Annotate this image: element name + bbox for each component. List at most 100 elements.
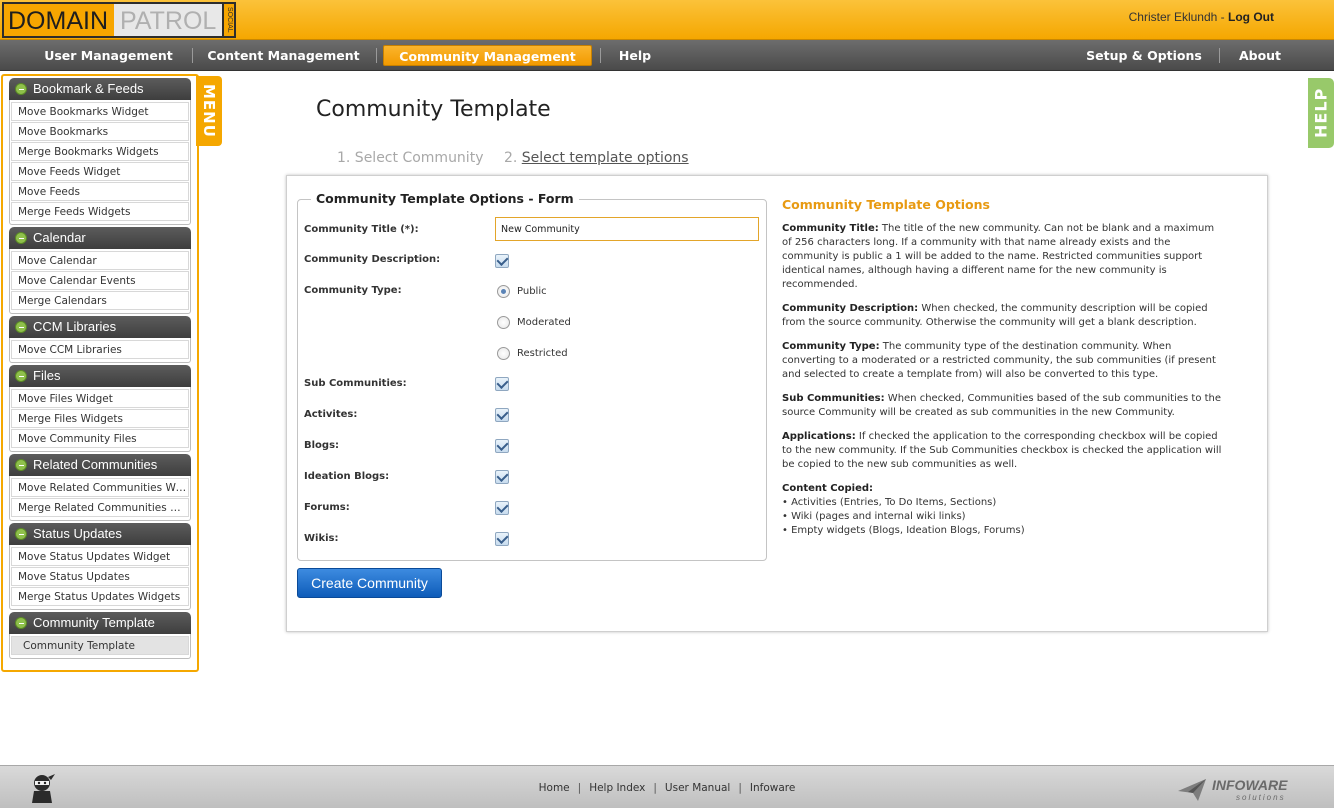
- nav-content-management[interactable]: Content Management: [205, 45, 362, 66]
- infoware-logo-subtext: solutions: [1236, 793, 1286, 802]
- sidebar-group-title: Calendar: [33, 230, 86, 245]
- nav-about[interactable]: About: [1232, 45, 1288, 66]
- nav-user-management[interactable]: User Management: [40, 45, 177, 66]
- sidebar-group-header[interactable]: Community Template: [9, 612, 191, 634]
- sidebar-item-move-status-updates-widget[interactable]: Move Status Updates Widget: [11, 547, 189, 566]
- forums-label: Forums:: [304, 502, 350, 513]
- sidebar-group-header[interactable]: Related Communities: [9, 454, 191, 476]
- footer: Home | Help Index | User Manual | Infoware INF…: [0, 765, 1334, 808]
- sidebar-group-title: Bookmark & Feeds: [33, 81, 144, 96]
- logo-social-text: SOCIAL: [222, 2, 237, 38]
- footer-separator: |: [653, 782, 657, 794]
- footer-separator: |: [738, 782, 742, 794]
- ideation-blogs-checkbox[interactable]: [495, 470, 509, 484]
- nav-divider: [600, 48, 601, 63]
- menu-toggle-tab[interactable]: MENU: [196, 76, 222, 146]
- collapse-icon: [15, 528, 27, 540]
- user-area: Christer Eklundh - Log Out: [1129, 10, 1274, 24]
- sidebar-group-header[interactable]: Calendar: [9, 227, 191, 249]
- type-public-radio[interactable]: [497, 285, 510, 298]
- sidebar-item-move-calendar-events[interactable]: Move Calendar Events: [11, 271, 189, 290]
- sidebar-item-move-community-files[interactable]: Move Community Files: [11, 429, 189, 448]
- footer-links: Home | Help Index | User Manual | Infoware: [0, 782, 1334, 794]
- content-copied-list: Activities (Entries, To Do Items, Sectio…: [782, 496, 1025, 538]
- domain-patrol-logo[interactable]: DOMAIN PATROL SOCIAL: [2, 2, 237, 38]
- collapse-icon: [15, 83, 27, 95]
- sidebar-item-move-calendar[interactable]: Move Calendar: [11, 251, 189, 270]
- step-select-community[interactable]: 1. Select Community: [337, 150, 483, 166]
- sidebar-item-move-bookmarks[interactable]: Move Bookmarks: [11, 122, 189, 141]
- step-select-template-options[interactable]: Select template options: [522, 150, 689, 166]
- sidebar-group-community-template: Community Template Community Template: [9, 612, 191, 659]
- community-title-input[interactable]: [495, 217, 759, 241]
- options-help-title: Community Template Options: [782, 197, 990, 212]
- sidebar-group-ccm-libraries: CCM Libraries Move CCM Libraries: [9, 316, 191, 363]
- nav-setup-options[interactable]: Setup & Options: [1082, 45, 1206, 66]
- sub-communities-checkbox[interactable]: [495, 377, 509, 391]
- nav-community-management[interactable]: Community Management: [383, 45, 592, 66]
- sidebar-item-merge-feeds-widgets[interactable]: Merge Feeds Widgets: [11, 202, 189, 221]
- sidebar-group-header[interactable]: Bookmark & Feeds: [9, 78, 191, 100]
- wikis-label: Wikis:: [304, 533, 339, 544]
- list-item: Activities (Entries, To Do Items, Sectio…: [782, 496, 1025, 510]
- help-content-copied-label: Content Copied:: [782, 482, 1222, 496]
- infoware-logo[interactable]: INFOWARE solutions: [1176, 775, 1316, 803]
- sidebar-group-calendar: Calendar Move Calendar Move Calendar Eve…: [9, 227, 191, 314]
- sidebar-group-header[interactable]: CCM Libraries: [9, 316, 191, 338]
- footer-separator: |: [577, 782, 582, 794]
- help-side-tab[interactable]: HELP: [1308, 78, 1334, 148]
- user-name: Christer Eklundh: [1128, 10, 1218, 24]
- ideation-blogs-label: Ideation Blogs:: [304, 471, 390, 482]
- form-legend: Community Template Options - Form: [311, 191, 579, 206]
- footer-home-link[interactable]: Home: [539, 782, 570, 794]
- community-description-checkbox[interactable]: [495, 254, 509, 268]
- blogs-checkbox[interactable]: [495, 439, 509, 453]
- sidebar-group-title: Files: [33, 368, 61, 383]
- sidebar-group-bookmark-feeds: Bookmark & Feeds Move Bookmarks Widget M…: [9, 78, 191, 225]
- sidebar-item-move-bookmarks-widget[interactable]: Move Bookmarks Widget: [11, 102, 189, 121]
- nav-help[interactable]: Help: [614, 45, 656, 66]
- sidebar-item-move-ccm-libraries[interactable]: Move CCM Libraries: [11, 340, 189, 359]
- wikis-checkbox[interactable]: [495, 532, 509, 546]
- sidebar-item-move-feeds-widget[interactable]: Move Feeds Widget: [11, 162, 189, 181]
- collapse-icon: [15, 321, 27, 333]
- create-community-button[interactable]: Create Community: [297, 568, 442, 598]
- type-restricted-radio[interactable]: [497, 347, 510, 360]
- help-term: Content Copied:: [782, 483, 874, 494]
- main-nav: User Management Content Management Commu…: [0, 40, 1334, 71]
- sidebar-item-move-feeds[interactable]: Move Feeds: [11, 182, 189, 201]
- sidebar-item-merge-files-widgets[interactable]: Merge Files Widgets: [11, 409, 189, 428]
- help-term: Sub Communities:: [782, 393, 885, 404]
- user-separator: -: [1220, 10, 1225, 24]
- sidebar-item-move-files-widget[interactable]: Move Files Widget: [11, 389, 189, 408]
- footer-help-index-link[interactable]: Help Index: [589, 782, 645, 794]
- type-moderated-radio[interactable]: [497, 316, 510, 329]
- infoware-logo-text: INFOWARE: [1212, 777, 1288, 793]
- help-term: Community Description:: [782, 303, 919, 314]
- sidebar-item-community-template[interactable]: Community Template: [11, 636, 189, 655]
- sidebar-group-header[interactable]: Files: [9, 365, 191, 387]
- sidebar-item-move-related-communities-widget[interactable]: Move Related Communities Wid...: [11, 478, 189, 497]
- collapse-icon: [15, 232, 27, 244]
- page-title: Community Template: [316, 97, 551, 122]
- type-public-label: Public: [517, 286, 547, 297]
- list-item: Empty widgets (Blogs, Ideation Blogs, Fo…: [782, 524, 1025, 538]
- sidebar-group-title: Community Template: [33, 615, 155, 630]
- sidebar-item-merge-calendars[interactable]: Merge Calendars: [11, 291, 189, 310]
- sidebar-group-header[interactable]: Status Updates: [9, 523, 191, 545]
- community-description-label: Community Description:: [304, 254, 441, 265]
- sidebar-item-merge-status-updates-widgets[interactable]: Merge Status Updates Widgets: [11, 587, 189, 606]
- sidebar-item-move-status-updates[interactable]: Move Status Updates: [11, 567, 189, 586]
- collapse-icon: [15, 370, 27, 382]
- collapse-icon: [15, 617, 27, 629]
- community-title-label: Community Title (*):: [304, 224, 419, 235]
- logout-link[interactable]: Log Out: [1228, 10, 1274, 24]
- sidebar-item-merge-bookmarks-widgets[interactable]: Merge Bookmarks Widgets: [11, 142, 189, 161]
- footer-user-manual-link[interactable]: User Manual: [665, 782, 730, 794]
- forums-checkbox[interactable]: [495, 501, 509, 515]
- footer-infoware-link[interactable]: Infoware: [750, 782, 795, 794]
- logo-domain-text: DOMAIN: [2, 2, 114, 38]
- sidebar-item-merge-related-communities-widgets[interactable]: Merge Related Communities Wi...: [11, 498, 189, 517]
- sidebar-group-status-updates: Status Updates Move Status Updates Widge…: [9, 523, 191, 610]
- activities-checkbox[interactable]: [495, 408, 509, 422]
